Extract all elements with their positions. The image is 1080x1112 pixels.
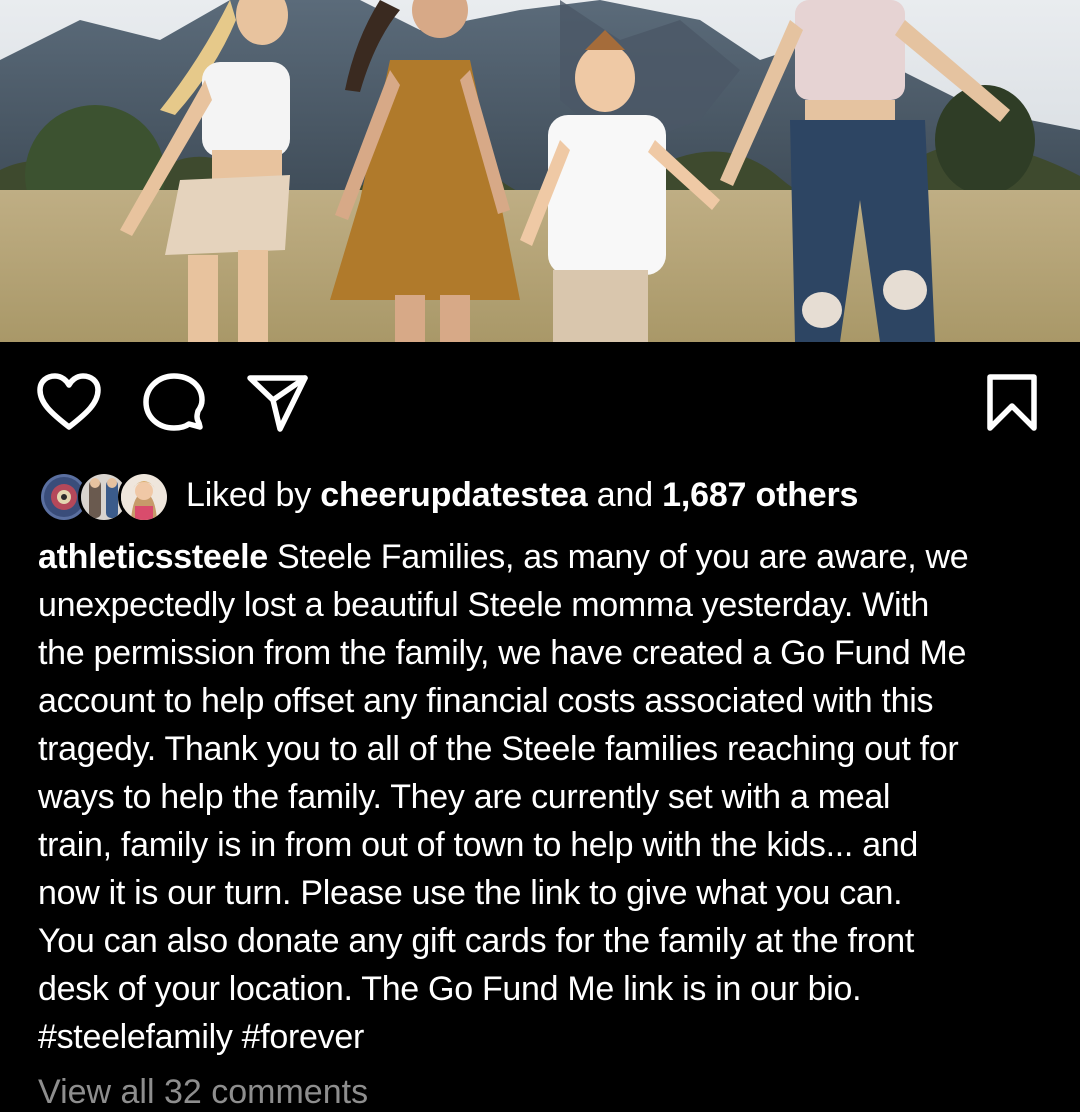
post-caption: athleticssteele Steele Families, as many… bbox=[38, 533, 1058, 1061]
caption-text: Steele Families, as many of you are awar… bbox=[277, 538, 969, 576]
caption-line: now it is our turn. Please use the link … bbox=[38, 874, 903, 912]
caption-line: You can also donate any gift cards for t… bbox=[38, 922, 915, 960]
paper-plane-icon[interactable] bbox=[247, 373, 309, 433]
likes-connector: and bbox=[596, 476, 653, 514]
caption-line: athleticssteele Steele Families, as many… bbox=[38, 533, 1058, 581]
liker-avatars bbox=[38, 470, 170, 523]
liker-username[interactable]: cheerupdatestea bbox=[320, 476, 587, 514]
likes-prefix: Liked by bbox=[186, 476, 312, 514]
view-comments-link[interactable]: View all 32 comments bbox=[38, 1072, 368, 1112]
likes-count[interactable]: 1,687 others bbox=[662, 476, 858, 514]
caption-line: desk of your location. The Go Fund Me li… bbox=[38, 970, 862, 1008]
heart-icon[interactable] bbox=[37, 373, 101, 431]
avatar bbox=[118, 471, 170, 523]
likes-summary: Liked by cheerupdatestea and 1,687 other… bbox=[186, 475, 858, 515]
caption-line: the permission from the family, we have … bbox=[38, 634, 967, 672]
likes-row[interactable]: Liked by cheerupdatestea and 1,687 other… bbox=[38, 466, 1058, 524]
bookmark-icon[interactable] bbox=[986, 373, 1038, 433]
caption-username[interactable]: athleticssteele bbox=[38, 538, 268, 576]
caption-line: train, family is in from out of town to … bbox=[38, 826, 919, 864]
caption-line: account to help offset any financial cos… bbox=[38, 682, 934, 720]
comment-bubble-icon[interactable] bbox=[143, 373, 205, 433]
caption-line: ways to help the family. They are curren… bbox=[38, 778, 891, 816]
caption-line: unexpectedly lost a beautiful Steele mom… bbox=[38, 586, 929, 624]
post-photo[interactable] bbox=[0, 0, 1080, 342]
family-photo-illustration bbox=[0, 0, 1080, 342]
caption-hashtags[interactable]: #steelefamily #forever bbox=[38, 1013, 1058, 1061]
caption-line: tragedy. Thank you to all of the Steele … bbox=[38, 730, 959, 768]
